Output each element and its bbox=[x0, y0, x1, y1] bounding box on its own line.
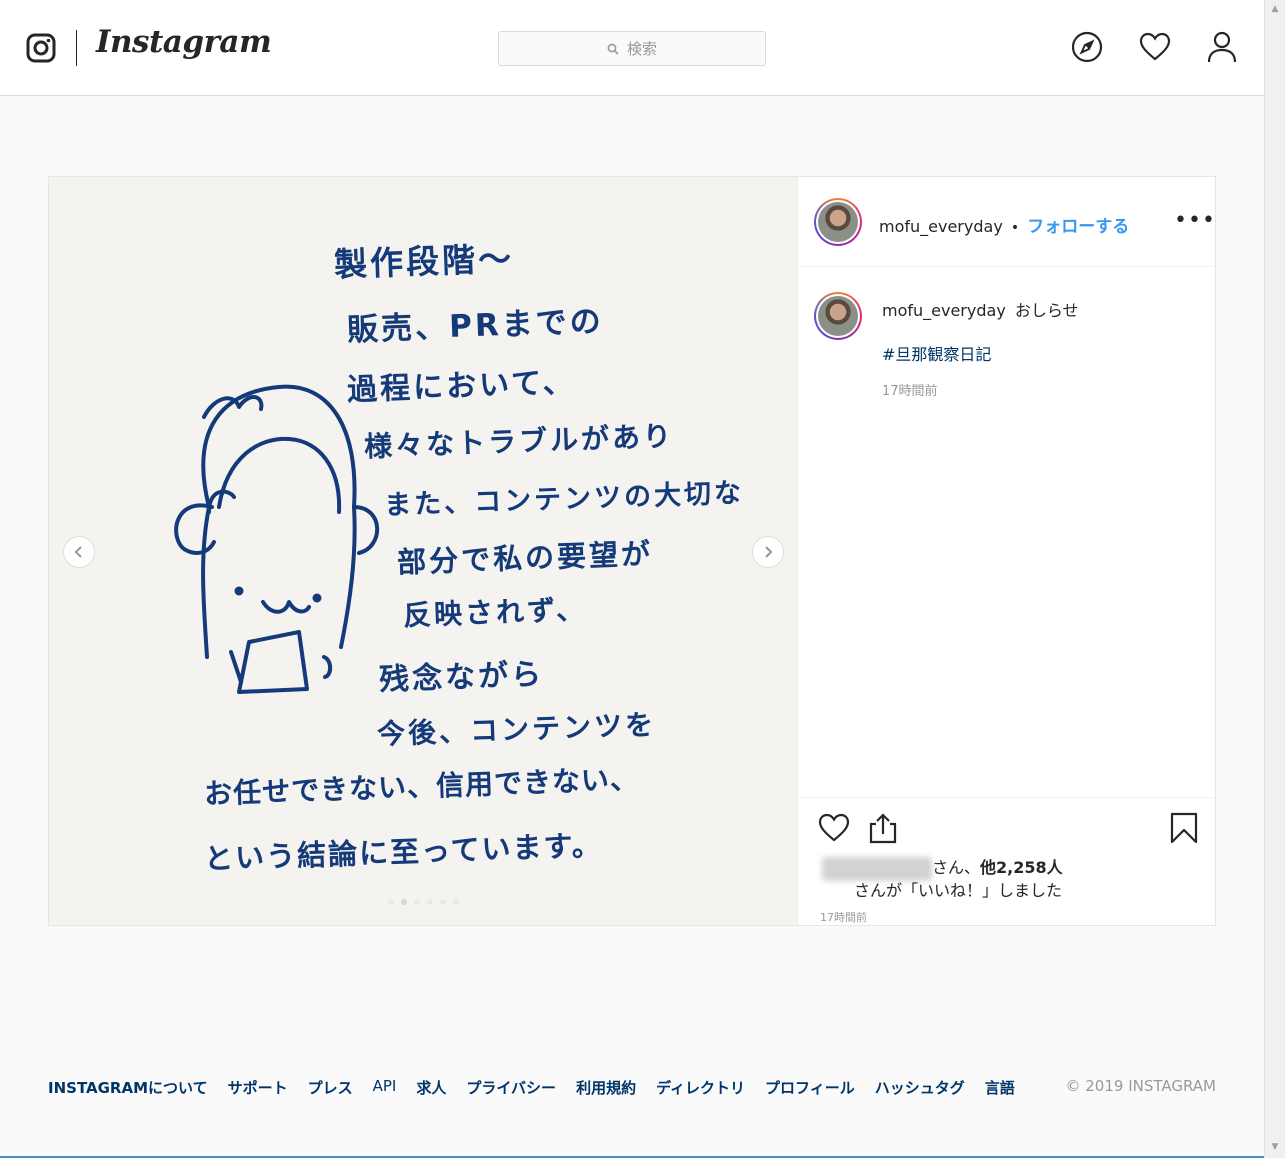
instagram-logo-icon[interactable] bbox=[26, 33, 56, 63]
footer-link[interactable]: プライバシー bbox=[466, 1077, 556, 1098]
image-text-line: お任せできない、信用できない、 bbox=[203, 762, 640, 811]
footer-link[interactable]: プロフィール bbox=[765, 1077, 855, 1098]
author-line: mofu_everyday • フォローする bbox=[879, 212, 1129, 237]
caption-timestamp: 17時間前 bbox=[882, 384, 938, 399]
chevron-left-icon bbox=[74, 546, 82, 558]
image-text-line: また、コンテンツの大切な bbox=[383, 477, 745, 522]
like-button[interactable] bbox=[818, 812, 850, 844]
footer-link[interactable]: 言語 bbox=[985, 1077, 1015, 1098]
carousel-dot bbox=[401, 899, 407, 905]
caption-username[interactable]: mofu_everyday bbox=[882, 301, 1006, 320]
hashtag-link[interactable]: #旦那観察日記 bbox=[882, 341, 991, 365]
image-text-line: 部分で私の要望が bbox=[396, 536, 654, 580]
footer-links: INSTAGRAMについて サポート プレス API 求人 プライバシー 利用規約 ディレクト… bbox=[48, 1077, 1035, 1098]
carousel-dot bbox=[388, 899, 394, 905]
post-timestamp: 17時間前 bbox=[820, 911, 867, 924]
author-username[interactable]: mofu_everyday bbox=[879, 217, 1003, 236]
likes-others-link[interactable]: 他2,258人 bbox=[980, 858, 1063, 877]
carousel-previous-button[interactable] bbox=[63, 536, 95, 568]
caption-text: おしらせ bbox=[1014, 301, 1079, 320]
carousel-dot bbox=[427, 899, 433, 905]
top-navigation-bar: Instagram 検索 bbox=[0, 0, 1264, 96]
share-button[interactable] bbox=[867, 812, 899, 844]
scroll-up-arrow-icon[interactable]: ▲ bbox=[1270, 4, 1280, 14]
copyright: © 2019 INSTAGRAM bbox=[1065, 1077, 1216, 1095]
footer-link[interactable]: 求人 bbox=[416, 1077, 446, 1098]
share-icon bbox=[869, 813, 897, 844]
compass-icon bbox=[1071, 31, 1103, 63]
vertical-scrollbar[interactable]: ▲ ▼ bbox=[1264, 0, 1285, 1158]
follow-button[interactable]: フォローする bbox=[1027, 217, 1129, 237]
author-avatar[interactable] bbox=[814, 198, 862, 246]
image-text-line: 残念ながら bbox=[378, 657, 545, 698]
footer-link[interactable]: プレス bbox=[308, 1077, 353, 1098]
search-placeholder: 検索 bbox=[626, 40, 657, 58]
image-text-line: 今後、コンテンツを bbox=[376, 708, 657, 751]
post-caption: mofu_everyday おしらせ bbox=[882, 297, 1079, 321]
likes-suffix: さん、 bbox=[932, 858, 981, 877]
image-text-line: 様々なトラブルがあり bbox=[363, 419, 675, 464]
image-text-line: 製作段階〜 bbox=[333, 238, 515, 285]
more-options-button[interactable]: ••• bbox=[1174, 210, 1216, 232]
post-image[interactable]: 製作段階〜 販売、PRまでの 過程において、 様々なトラブルがあり また、コンテ… bbox=[49, 177, 797, 925]
heart-icon bbox=[818, 813, 850, 842]
logo-divider bbox=[76, 30, 77, 66]
heart-icon bbox=[1139, 32, 1171, 61]
footer-link[interactable]: API bbox=[373, 1077, 397, 1098]
profile-button[interactable] bbox=[1206, 31, 1238, 63]
post-article: 製作段階〜 販売、PRまでの 過程において、 様々なトラブルがあり また、コンテ… bbox=[48, 176, 1216, 926]
handwritten-text: 製作段階〜 販売、PRまでの 過程において、 様々なトラブルがあり また、コンテ… bbox=[49, 177, 797, 925]
save-button[interactable] bbox=[1168, 812, 1200, 844]
carousel-next-button[interactable] bbox=[752, 536, 784, 568]
footer-link[interactable]: ディレクトリ bbox=[656, 1077, 745, 1098]
explore-button[interactable] bbox=[1071, 31, 1103, 63]
footer-link[interactable]: 利用規約 bbox=[576, 1077, 636, 1098]
scroll-down-arrow-icon[interactable]: ▼ bbox=[1270, 1142, 1280, 1152]
bookmark-icon bbox=[1170, 812, 1198, 844]
carousel-dot bbox=[414, 899, 420, 905]
carousel-dot bbox=[453, 899, 459, 905]
post-header: mofu_everyday • フォローする ••• bbox=[798, 177, 1216, 267]
chevron-right-icon bbox=[765, 546, 773, 558]
image-text-line: 販売、PRまでの bbox=[346, 303, 605, 349]
footer: INSTAGRAMについて サポート プレス API 求人 プライバシー 利用規約 ディレクト… bbox=[48, 1077, 1216, 1098]
carousel-indicator bbox=[388, 899, 459, 905]
footer-link[interactable]: ハッシュタグ bbox=[875, 1077, 965, 1098]
search-icon bbox=[607, 43, 619, 55]
image-text-line: という結論に至っています。 bbox=[203, 828, 604, 876]
activity-button[interactable] bbox=[1139, 31, 1171, 63]
footer-link[interactable]: サポート bbox=[228, 1077, 288, 1098]
post-actions: さん、他2,258人 さんが「いいね！」しました 17時間前 bbox=[798, 797, 1216, 925]
image-text-line: 反映されず、 bbox=[402, 592, 588, 633]
instagram-wordmark[interactable]: Instagram bbox=[96, 24, 272, 60]
post-sidebar: mofu_everyday • フォローする ••• mofu_everyday… bbox=[797, 177, 1216, 925]
person-icon bbox=[1207, 31, 1237, 63]
separator-dot: • bbox=[1010, 220, 1020, 236]
footer-link[interactable]: INSTAGRAMについて bbox=[48, 1077, 208, 1098]
carousel-dot bbox=[440, 899, 446, 905]
search-input[interactable]: 検索 bbox=[498, 31, 766, 66]
image-text-line: 過程において、 bbox=[346, 365, 577, 408]
caption-avatar[interactable] bbox=[814, 292, 862, 340]
likes-text: さんが「いいね！」しました bbox=[854, 881, 1063, 900]
